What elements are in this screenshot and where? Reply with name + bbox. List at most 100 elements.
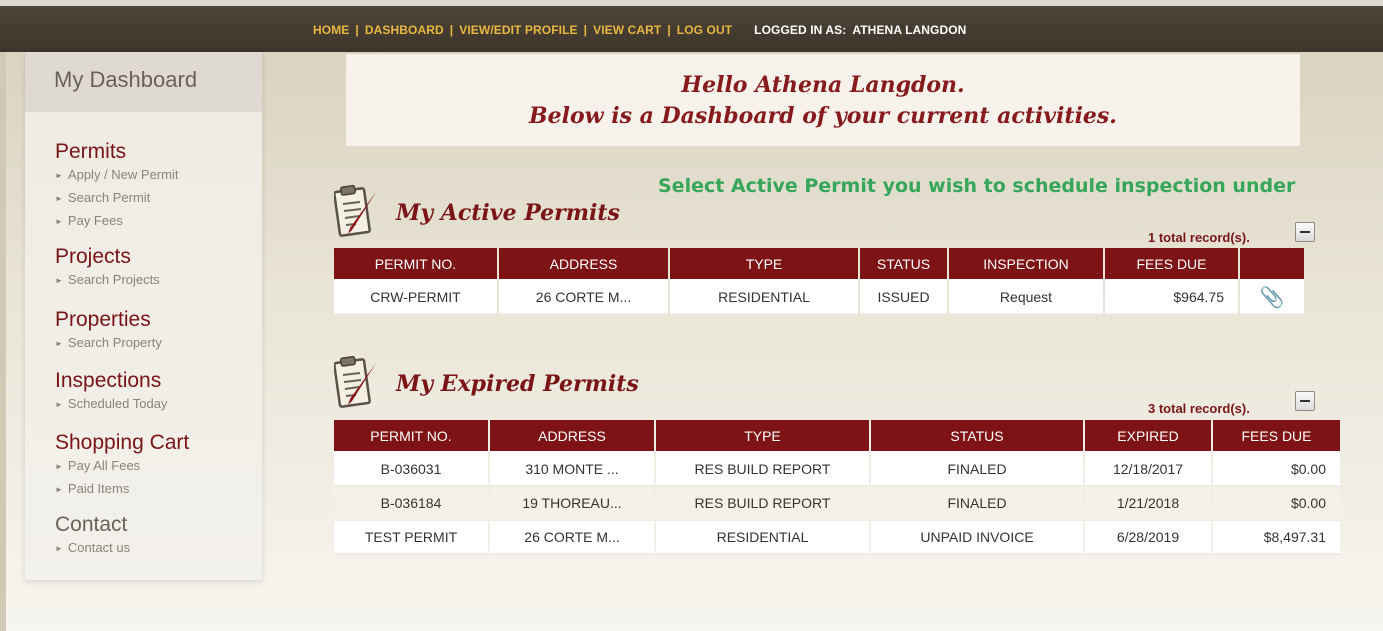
column-header[interactable]: FEES DUE — [1105, 248, 1238, 281]
sidebar-item-label: Search Property — [67, 335, 162, 350]
sidebar-section-shopping-cart: Shopping Cart ► Pay All Fees ► Paid Items — [55, 431, 189, 501]
table-header-row: PERMIT NO. ADDRESS TYPE STATUS INSPECTIO… — [334, 248, 1304, 281]
collapse-icon[interactable] — [1295, 391, 1315, 411]
paperclip-icon[interactable]: 📎 — [1260, 287, 1285, 309]
nav-home-link[interactable]: HOME — [313, 23, 349, 37]
column-header[interactable]: STATUS — [860, 248, 947, 281]
sidebar-item-scheduled-today[interactable]: ► Scheduled Today — [55, 393, 167, 416]
nav-profile-link[interactable]: VIEW/EDIT PROFILE — [459, 23, 577, 37]
triangle-bullet-icon: ► — [55, 400, 63, 409]
sidebar-item-label: Pay All Fees — [67, 458, 141, 473]
clipboard-icon — [334, 184, 376, 237]
top-navigation-bar: HOME | DASHBOARD | VIEW/EDIT PROFILE | VIEW CA… — [0, 0, 1383, 52]
column-header[interactable]: TYPE — [670, 248, 858, 281]
status-cell: UNPAID INVOICE — [871, 521, 1083, 555]
sidebar-heading-contact[interactable]: Contact — [55, 513, 130, 537]
expired-record-count: 3 total record(s). — [1148, 401, 1250, 416]
sidebar-heading-inspections[interactable]: Inspections — [55, 369, 167, 393]
column-header[interactable]: EXPIRED — [1085, 420, 1211, 453]
collapse-icon[interactable] — [1295, 222, 1315, 242]
address-cell: 26 CORTE M... — [499, 281, 668, 315]
fees-due-cell: $964.75 — [1105, 281, 1238, 315]
schedule-hint: Select Active Permit you wish to schedul… — [658, 175, 1296, 197]
sidebar-item-search-projects[interactable]: ► Search Projects — [55, 269, 160, 292]
column-header[interactable]: FEES DUE — [1213, 420, 1340, 453]
sidebar-item-search-property[interactable]: ► Search Property — [55, 332, 162, 355]
sidebar-item-search-permit[interactable]: ► Search Permit — [55, 187, 178, 210]
table-header-row: PERMIT NO. ADDRESS TYPE STATUS EXPIRED F… — [334, 420, 1340, 453]
active-permits-title: My Active Permits — [396, 200, 620, 226]
column-header[interactable]: PERMIT NO. — [334, 420, 488, 453]
column-header[interactable]: ADDRESS — [499, 248, 668, 281]
column-header — [1240, 248, 1304, 281]
permit-number[interactable]: B-036184 — [334, 487, 488, 521]
sidebar-heading-shopping-cart[interactable]: Shopping Cart — [55, 431, 189, 455]
nav-dashboard-link[interactable]: DASHBOARD — [365, 23, 444, 37]
table-row[interactable]: TEST PERMIT 26 CORTE M... RESIDENTIAL UN… — [334, 521, 1340, 555]
fees-due-cell: $0.00 — [1213, 453, 1340, 487]
address-cell: 310 MONTE ... — [490, 453, 654, 487]
nav-separator: | — [667, 23, 671, 37]
sidebar-section-permits: Permits ► Apply / New Permit ► Search Perm… — [55, 140, 178, 233]
fees-due-cell: $8,497.31 — [1213, 521, 1340, 555]
greeting-banner: Hello Athena Langdon. Below is a Dashboa… — [346, 54, 1300, 146]
expired-permits-table: PERMIT NO. ADDRESS TYPE STATUS EXPIRED F… — [332, 420, 1342, 555]
nav-logout-link[interactable]: LOG OUT — [677, 23, 732, 37]
sidebar-heading-permits[interactable]: Permits — [55, 140, 178, 164]
permit-number[interactable]: B-036031 — [334, 453, 488, 487]
attachment-cell: 📎 — [1240, 281, 1304, 315]
active-record-count: 1 total record(s). — [1148, 230, 1250, 245]
type-cell: RESIDENTIAL — [670, 281, 858, 315]
expired-date-cell: 6/28/2019 — [1085, 521, 1211, 555]
nav-separator: | — [583, 23, 588, 37]
logged-in-label: LOGGED IN AS: — [754, 23, 847, 37]
address-cell: 19 THOREAU... — [490, 487, 654, 521]
sidebar-item-pay-all-fees[interactable]: ► Pay All Fees — [55, 455, 189, 478]
sidebar-section-inspections: Inspections ► Scheduled Today — [55, 369, 167, 416]
column-header[interactable]: TYPE — [656, 420, 869, 453]
sidebar-heading-projects[interactable]: Projects — [55, 245, 160, 269]
sidebar-item-label: Scheduled Today — [67, 396, 168, 411]
status-cell: FINALED — [871, 487, 1083, 521]
inspection-request-link[interactable]: Request — [949, 281, 1103, 315]
column-header[interactable]: INSPECTION — [949, 248, 1103, 281]
left-edge — [0, 52, 6, 631]
column-header[interactable]: ADDRESS — [490, 420, 654, 453]
sidebar-heading-properties[interactable]: Properties — [55, 308, 162, 332]
logged-in-user: ATHENA LANGDON — [852, 23, 967, 37]
nav-separator: | — [355, 23, 359, 37]
permit-number[interactable]: CRW-PERMIT — [334, 281, 497, 315]
top-nav: HOME | DASHBOARD | VIEW/EDIT PROFILE | VIEW CA… — [313, 23, 966, 37]
sidebar-item-pay-fees[interactable]: ► Pay Fees — [55, 210, 178, 233]
fees-due-cell: $0.00 — [1213, 487, 1340, 521]
table-row[interactable]: CRW-PERMIT 26 CORTE M... RESIDENTIAL ISS… — [334, 281, 1304, 315]
expired-date-cell: 12/18/2017 — [1085, 453, 1211, 487]
triangle-bullet-icon: ► — [55, 544, 63, 553]
sidebar-item-paid-items[interactable]: ► Paid Items — [55, 478, 189, 501]
sidebar-item-label: Pay Fees — [67, 213, 123, 228]
sidebar: My Dashboard Permits ► Apply / New Permit… — [25, 52, 262, 580]
column-header[interactable]: STATUS — [871, 420, 1083, 453]
sidebar-title: My Dashboard — [25, 52, 262, 112]
expired-permits-title: My Expired Permits — [396, 371, 639, 397]
type-cell: RESIDENTIAL — [656, 521, 869, 555]
sidebar-item-label: Contact us — [67, 540, 131, 555]
permit-number[interactable]: TEST PERMIT — [334, 521, 488, 555]
sidebar-item-contact-us[interactable]: ► Contact us — [55, 537, 130, 560]
column-header[interactable]: PERMIT NO. — [334, 248, 497, 281]
expired-date-cell: 1/21/2018 — [1085, 487, 1211, 521]
table-row[interactable]: B-036031 310 MONTE ... RES BUILD REPORT … — [334, 453, 1340, 487]
triangle-bullet-icon: ► — [55, 217, 63, 226]
status-cell: FINALED — [871, 453, 1083, 487]
greeting-line-2: Below is a Dashboard of your current act… — [529, 103, 1117, 129]
sidebar-item-label: Search Projects — [67, 272, 160, 287]
sidebar-section-projects: Projects ► Search Projects — [55, 245, 160, 292]
sidebar-item-apply-permit[interactable]: ► Apply / New Permit — [55, 164, 178, 187]
triangle-bullet-icon: ► — [55, 462, 63, 471]
table-row[interactable]: B-036184 19 THOREAU... RES BUILD REPORT … — [334, 487, 1340, 521]
nav-separator: | — [449, 23, 454, 37]
clipboard-icon — [334, 355, 376, 408]
triangle-bullet-icon: ► — [55, 485, 63, 494]
nav-cart-link[interactable]: VIEW CART — [593, 23, 661, 37]
sidebar-section-contact: Contact ► Contact us — [55, 513, 130, 560]
